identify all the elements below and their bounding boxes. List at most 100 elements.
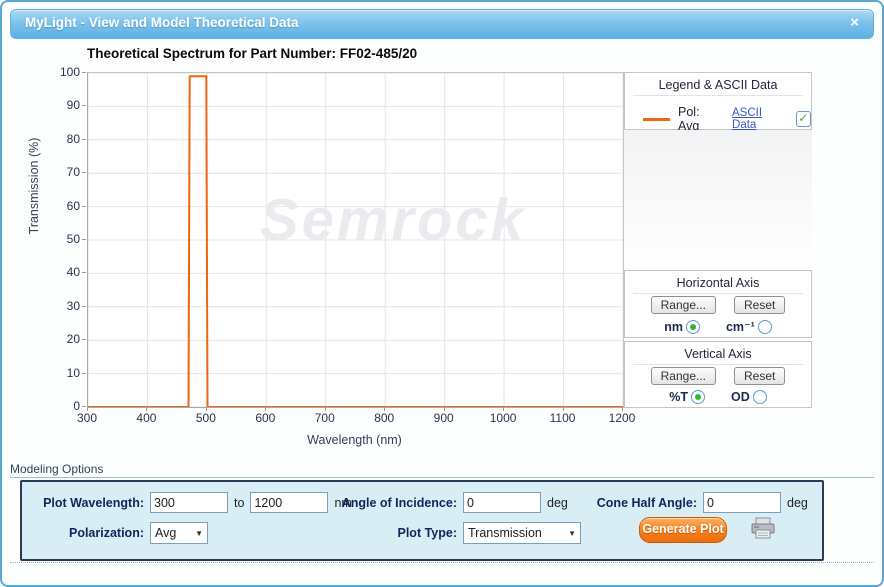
chevron-down-icon: ▼: [568, 529, 576, 538]
x-tick-mark: [325, 407, 326, 411]
unit-nm-label: nm: [664, 320, 683, 334]
sidebar-background: [624, 130, 812, 268]
cone-half-angle-input[interactable]: [703, 492, 781, 513]
plot-type-select[interactable]: Transmission ▼: [463, 522, 581, 544]
x-tick-mark: [265, 407, 266, 411]
unit-pct-t-label: %T: [669, 390, 688, 404]
unit-pct-t-option[interactable]: %T: [669, 390, 705, 404]
y-tick-mark: [82, 172, 86, 173]
unit-od-radio[interactable]: [753, 390, 767, 404]
x-tick-mark: [622, 407, 623, 411]
x-tick-mark: [206, 407, 207, 411]
horizontal-axis-panel: Horizontal Axis Range... Reset nm cm⁻¹: [624, 270, 812, 338]
series-label: Pol: Avg: [678, 105, 722, 133]
legend-panel: Legend & ASCII Data Pol: Avg ASCII Data …: [624, 72, 812, 130]
divider: [633, 293, 803, 294]
cone-unit-label: deg: [787, 496, 808, 510]
x-axis-label: Wavelength (nm): [87, 433, 622, 447]
chart-title: Theoretical Spectrum for Part Number: FF…: [87, 46, 417, 61]
close-icon[interactable]: ×: [850, 14, 859, 32]
unit-nm-option[interactable]: nm: [664, 320, 700, 334]
y-tick-label: 100: [38, 65, 80, 79]
x-tick-mark: [384, 407, 385, 411]
h-range-button[interactable]: Range...: [651, 296, 716, 314]
y-tick-mark: [82, 406, 86, 407]
unit-cm1-radio[interactable]: [758, 320, 772, 334]
x-tick-label: 400: [121, 411, 171, 425]
y-tick-mark: [82, 105, 86, 106]
ascii-data-link[interactable]: ASCII Data: [732, 107, 787, 131]
polarization-label: Polarization:: [34, 526, 144, 540]
legend-panel-title: Legend & ASCII Data: [625, 78, 811, 92]
x-tick-label: 1200: [597, 411, 647, 425]
unit-od-label: OD: [731, 390, 750, 404]
spectrum-curve: [88, 73, 623, 407]
y-tick-mark: [82, 239, 86, 240]
plot-area: Semrock: [87, 72, 624, 408]
mylight-dialog: MyLight - View and Model Theoretical Dat…: [0, 0, 884, 587]
x-tick-label: 600: [240, 411, 290, 425]
unit-cm1-label: cm⁻¹: [726, 319, 755, 334]
aoi-unit-label: deg: [547, 496, 568, 510]
y-tick-mark: [82, 306, 86, 307]
series-color-swatch: [643, 118, 670, 121]
plot-wavelength-label: Plot Wavelength:: [34, 496, 144, 510]
x-tick-label: 300: [62, 411, 112, 425]
y-tick-label: 30: [38, 299, 80, 313]
vertical-axis-title: Vertical Axis: [625, 347, 811, 361]
y-tick-mark: [82, 206, 86, 207]
x-tick-mark: [503, 407, 504, 411]
wavelength-to-input[interactable]: [250, 492, 328, 513]
angle-of-incidence-input[interactable]: [463, 492, 541, 513]
divider: [633, 95, 803, 96]
y-tick-mark: [82, 272, 86, 273]
unit-nm-radio[interactable]: [686, 320, 700, 334]
y-tick-mark: [82, 139, 86, 140]
wavelength-from-input[interactable]: [150, 492, 228, 513]
x-tick-label: 900: [419, 411, 469, 425]
h-reset-button[interactable]: Reset: [734, 296, 785, 314]
polarization-value: Avg: [155, 526, 176, 540]
x-tick-label: 1000: [478, 411, 528, 425]
unit-cm1-option[interactable]: cm⁻¹: [726, 319, 772, 334]
vertical-axis-panel: Vertical Axis Range... Reset %T OD: [624, 341, 812, 408]
printer-icon[interactable]: [750, 517, 776, 540]
plot-type-label: Plot Type:: [387, 526, 457, 540]
unit-od-option[interactable]: OD: [731, 390, 767, 404]
x-tick-label: 1100: [538, 411, 588, 425]
generate-plot-button[interactable]: Generate Plot: [639, 517, 727, 543]
y-tick-label: 20: [38, 332, 80, 346]
series-visible-checkbox[interactable]: ✓: [796, 111, 812, 127]
y-tick-label: 80: [38, 132, 80, 146]
y-tick-mark: [82, 72, 86, 73]
horizontal-axis-title: Horizontal Axis: [625, 276, 811, 290]
y-tick-mark: [82, 339, 86, 340]
to-label: to: [234, 496, 244, 510]
y-tick-label: 40: [38, 265, 80, 279]
angle-of-incidence-label: Angle of Incidence:: [332, 496, 457, 510]
chevron-down-icon: ▼: [195, 529, 203, 538]
y-tick-label: 0: [38, 399, 80, 413]
unit-pct-t-radio[interactable]: [691, 390, 705, 404]
cone-half-angle-label: Cone Half Angle:: [587, 496, 697, 510]
x-tick-mark: [146, 407, 147, 411]
x-tick-label: 700: [300, 411, 350, 425]
y-tick-label: 70: [38, 165, 80, 179]
modeling-options-label: Modeling Options: [10, 462, 874, 478]
x-tick-mark: [87, 407, 88, 411]
x-tick-label: 800: [359, 411, 409, 425]
polarization-select[interactable]: Avg ▼: [150, 522, 208, 544]
y-tick-label: 90: [38, 98, 80, 112]
divider: [633, 364, 803, 365]
x-tick-mark: [563, 407, 564, 411]
y-tick-label: 60: [38, 199, 80, 213]
y-tick-label: 10: [38, 366, 80, 380]
plot-type-value: Transmission: [468, 526, 542, 540]
bottom-separator: [10, 562, 874, 563]
window-title: MyLight - View and Model Theoretical Dat…: [25, 15, 299, 30]
legend-row: Pol: Avg ASCII Data ✓: [625, 105, 811, 133]
y-tick-mark: [82, 373, 86, 374]
v-reset-button[interactable]: Reset: [734, 367, 785, 385]
y-tick-label: 50: [38, 232, 80, 246]
v-range-button[interactable]: Range...: [651, 367, 716, 385]
